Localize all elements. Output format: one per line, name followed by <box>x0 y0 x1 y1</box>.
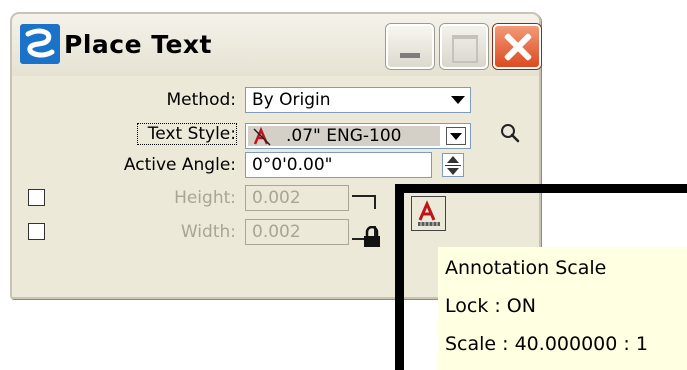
chevron-down-icon <box>446 127 466 145</box>
height-checkbox[interactable] <box>28 189 45 206</box>
width-checkbox[interactable] <box>28 223 45 240</box>
method-label: Method: <box>166 90 237 110</box>
tooltip-title: Annotation Scale <box>445 257 607 279</box>
search-icon[interactable] <box>498 121 522 145</box>
title-bar[interactable]: Place Text <box>12 14 541 76</box>
height-label: Height: <box>174 188 236 208</box>
tooltip-scale-value: Scale : 40.000000 : 1 <box>445 333 648 355</box>
spin-down-icon <box>447 168 459 175</box>
annotation-scale-tooltip: Annotation Scale Lock : ON Scale : 40.00… <box>438 247 687 370</box>
text-style-label: Text Style: <box>137 123 237 145</box>
tooltip-lock-status: Lock : ON <box>445 295 536 317</box>
active-angle-input[interactable]: 0°0'0.00" <box>245 152 432 178</box>
microstation-logo-icon <box>20 24 60 64</box>
text-style-icon <box>253 127 271 146</box>
spin-up-icon <box>447 156 459 163</box>
width-input[interactable]: 0.002 <box>245 219 349 245</box>
close-button[interactable] <box>493 24 541 69</box>
window-title: Place Text <box>64 30 213 59</box>
method-dropdown[interactable]: By Origin <box>245 87 471 113</box>
lock-icon[interactable] <box>362 226 382 248</box>
chevron-down-icon <box>448 90 468 110</box>
minimize-button[interactable] <box>386 24 434 69</box>
active-angle-label: Active Angle: <box>123 155 236 175</box>
width-label: Width: <box>180 222 236 242</box>
text-style-value: .07" ENG-100 <box>286 126 402 146</box>
text-style-selection: .07" ENG-100 <box>248 126 440 146</box>
maximize-button[interactable] <box>440 24 488 69</box>
angle-spinner[interactable] <box>442 153 464 177</box>
text-style-dropdown[interactable]: .07" ENG-100 <box>245 123 471 149</box>
method-value: By Origin <box>252 90 331 110</box>
height-input[interactable]: 0.002 <box>245 185 349 211</box>
